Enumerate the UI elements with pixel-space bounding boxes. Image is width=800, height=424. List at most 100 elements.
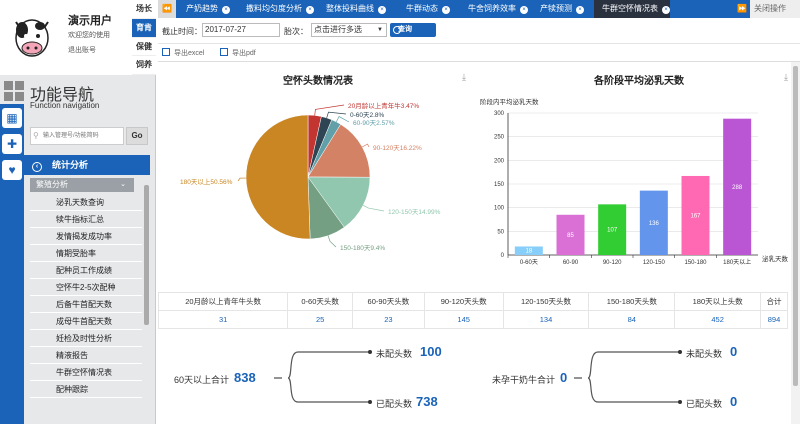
summary-value-cell[interactable]: 25 bbox=[287, 310, 353, 329]
medical-icon[interactable]: ✚ bbox=[2, 134, 22, 154]
tab-scroll-right[interactable]: ⏩ bbox=[735, 0, 749, 18]
pie-label-line bbox=[362, 143, 370, 148]
bar-value-label: 288 bbox=[732, 185, 743, 191]
menu-header-statistics[interactable]: ‹ 统计分析 bbox=[24, 155, 150, 175]
export-excel-link[interactable]: 导出excel bbox=[162, 48, 204, 58]
role-tab-health[interactable]: 保健 bbox=[132, 38, 156, 57]
x-tick-label: 0-60天 bbox=[520, 259, 538, 266]
chevron-left-icon[interactable]: ‹ bbox=[0, 293, 6, 314]
x-tick-label: 180天以上 bbox=[723, 258, 751, 266]
tab[interactable]: 牛舍饲养效率 × bbox=[460, 0, 528, 18]
date-input[interactable]: 2017-07-27 bbox=[202, 23, 280, 37]
heart-icon[interactable]: ♥ bbox=[2, 160, 22, 180]
close-icon[interactable]: × bbox=[576, 6, 584, 14]
tab[interactable]: 整体投料曲线 × bbox=[318, 0, 386, 18]
menu-item[interactable]: 牛群空怀情况表 bbox=[30, 364, 142, 381]
tab[interactable]: 撒料均匀度分析 × bbox=[238, 0, 314, 18]
role-tab-breeding[interactable]: 育肯 bbox=[132, 18, 156, 38]
tab[interactable]: 产犊预测 × bbox=[532, 0, 584, 18]
bar-value-label: 167 bbox=[690, 213, 701, 219]
y-tick-label: 250 bbox=[494, 135, 505, 141]
close-icon[interactable]: × bbox=[520, 6, 528, 14]
y-tick-label: 0 bbox=[501, 253, 505, 259]
bar-value-label: 85 bbox=[567, 233, 574, 239]
bar-chart-panel: 各阶段平均泌乳天数 ⤓ 阶段内平均泌乳天数 0 50 100 150 200 250 300 1… bbox=[478, 62, 800, 288]
close-icon[interactable]: × bbox=[222, 6, 230, 14]
summary-value-cell[interactable]: 894 bbox=[760, 310, 788, 329]
close-operations-menu[interactable]: 关闭操作 bbox=[750, 0, 800, 18]
tab[interactable]: 牛群空怀情况表 × bbox=[594, 0, 670, 18]
bar-value-label: 18 bbox=[525, 249, 532, 255]
role-tab-manager[interactable]: 场长 bbox=[132, 0, 156, 19]
role-tab-feeding[interactable]: 饲养 bbox=[132, 56, 156, 75]
summary-header-cell: 20月龄以上青年牛头数 bbox=[157, 292, 289, 311]
pie-label-line bbox=[237, 177, 247, 182]
pie-slice[interactable] bbox=[245, 114, 311, 240]
x-tick-label: 120-150 bbox=[643, 260, 666, 266]
menu-item[interactable]: 精液报告 bbox=[30, 347, 142, 364]
menu-item[interactable]: 空怀牛2-5次配种 bbox=[30, 279, 142, 296]
pie-label: 120-150天14.99% bbox=[388, 208, 441, 216]
bar-chart-title: 各阶段平均泌乳天数 bbox=[594, 76, 684, 87]
close-icon[interactable]: × bbox=[442, 6, 450, 14]
summary-header-row: 20月龄以上青年牛头数 0-60天头数 60-90天头数 90-120天头数 120-1… bbox=[157, 292, 788, 311]
pie-label-line bbox=[326, 111, 347, 118]
menu-item[interactable]: 泌乳天数查询 bbox=[30, 194, 142, 211]
welcome-text: 欢迎您的使用 bbox=[68, 32, 110, 39]
summary-header-cell: 60-90天头数 bbox=[352, 292, 425, 311]
search-input[interactable] bbox=[30, 127, 124, 145]
tab-label: 产奶趋势 bbox=[186, 4, 218, 13]
summary-header-cell: 120-150天头数 bbox=[502, 292, 590, 311]
menu-item[interactable]: 配种跟踪 bbox=[30, 381, 142, 398]
summary-value-cell[interactable]: 31 bbox=[157, 310, 289, 329]
tab-bar: ⏪ 产奶趋势 × 撒料均匀度分析 × 整体投料曲线 × 牛群动态 × 牛舍饲养效率 × 产犊预测 × 牛… bbox=[158, 0, 800, 18]
y-tick-label: 200 bbox=[494, 158, 505, 164]
tab[interactable]: 牛群动态 × bbox=[398, 0, 450, 18]
menu-item[interactable]: 成母牛首配天数 bbox=[30, 313, 142, 330]
query-button[interactable]: 查询 bbox=[390, 23, 436, 37]
close-icon[interactable]: × bbox=[378, 6, 386, 14]
back-icon[interactable]: ‹ bbox=[32, 162, 42, 172]
tab-label: 产犊预测 bbox=[540, 4, 572, 13]
icon-rail: ▦ ✚ ♥ bbox=[0, 104, 24, 424]
export-pdf-label: 导出pdf bbox=[232, 50, 256, 57]
pie-label: 60-90天2.57% bbox=[353, 119, 395, 127]
menu-item[interactable]: 后备牛首配天数 bbox=[30, 296, 142, 313]
scroll-thumb[interactable] bbox=[793, 66, 798, 386]
summary-header-cell: 180天以上头数 bbox=[674, 292, 762, 311]
summary-value-cell[interactable]: 452 bbox=[674, 310, 762, 329]
barn-icon[interactable]: ▦ bbox=[2, 108, 22, 128]
summary-value-cell[interactable]: 23 bbox=[352, 310, 425, 329]
pie-label: 150-180天9.4% bbox=[340, 244, 385, 252]
sidebar-scrollbar[interactable] bbox=[144, 185, 149, 325]
pie-chart-panel: 空怀头数情况表 ⤓ 20月龄以上青年牛3.47% 0-60天2.8% 60-90天2… bbox=[158, 62, 478, 288]
close-icon[interactable]: × bbox=[306, 6, 314, 14]
tree1-root-value: 838 bbox=[234, 370, 256, 385]
tab-label: 撒料均匀度分析 bbox=[246, 4, 302, 13]
pie-label: 0-60天2.8% bbox=[350, 111, 385, 119]
logout-link[interactable]: 退出账号 bbox=[68, 45, 96, 55]
menu-item[interactable]: 犊牛指标汇总 bbox=[30, 211, 142, 228]
menu-item[interactable]: 配种员工作成绩 bbox=[30, 262, 142, 279]
tab-scroll-left[interactable]: ⏪ bbox=[158, 0, 176, 18]
download-icon[interactable]: ⤓ bbox=[784, 72, 788, 83]
tab[interactable]: 产奶趋势 × bbox=[178, 0, 230, 18]
menu-item[interactable]: 妊检及时性分析 bbox=[30, 330, 142, 347]
go-button[interactable]: Go bbox=[126, 127, 148, 145]
submenu-breeding[interactable]: 繁殖分析 ⌄ bbox=[30, 178, 134, 192]
grid-icon bbox=[4, 81, 24, 101]
summary-value-cell[interactable]: 84 bbox=[588, 310, 676, 329]
export-pdf-link[interactable]: 导出pdf bbox=[220, 48, 256, 58]
close-icon[interactable]: × bbox=[662, 6, 670, 14]
menu-item[interactable]: 发情揭发成功率 bbox=[30, 228, 142, 245]
pie-label-line bbox=[327, 235, 337, 248]
summary-value-cell[interactable]: 134 bbox=[502, 310, 590, 329]
parity-select[interactable]: 点击进行多选 ▼ bbox=[311, 23, 387, 37]
export-excel-label: 导出excel bbox=[174, 50, 205, 57]
page-scrollbar[interactable] bbox=[791, 62, 800, 424]
menu-item[interactable]: 情期受胎率 bbox=[30, 245, 142, 262]
summary-value-cell[interactable]: 145 bbox=[423, 310, 504, 329]
y-tick-label: 300 bbox=[494, 111, 505, 117]
download-icon[interactable]: ⤓ bbox=[462, 72, 466, 83]
x-tick-label: 150-180 bbox=[684, 260, 707, 266]
